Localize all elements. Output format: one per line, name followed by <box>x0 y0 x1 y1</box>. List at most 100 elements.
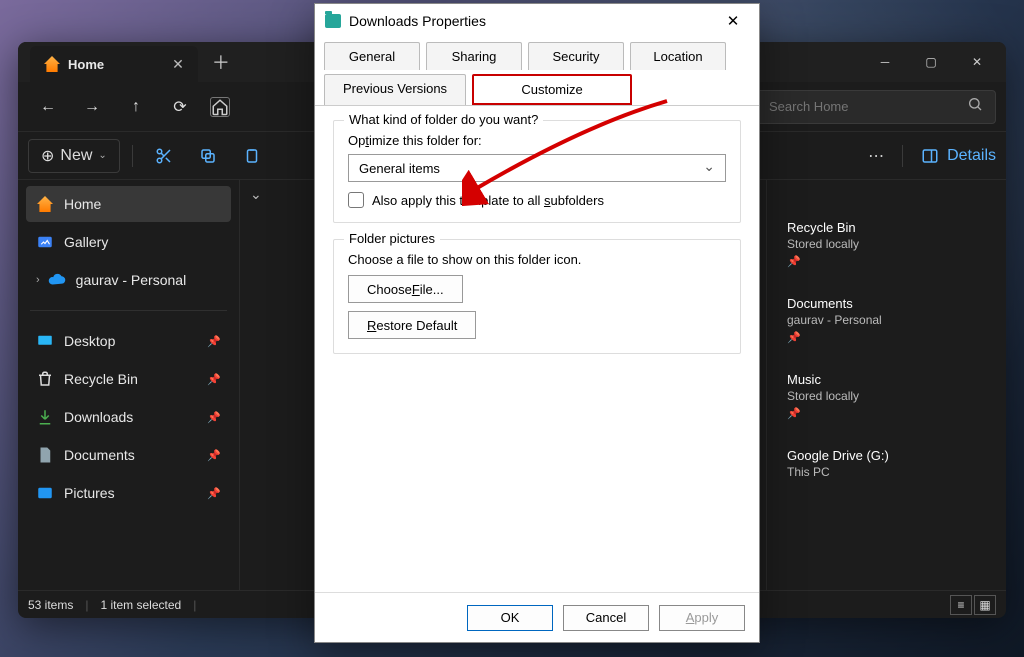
minimize-button[interactable]: ─ <box>862 42 908 82</box>
separator: | <box>85 598 88 612</box>
chevron-down-icon: ⌄ <box>98 150 106 161</box>
dialog-body: What kind of folder do you want? Optimiz… <box>315 106 759 592</box>
window-controls: ─ ▢ ✕ <box>862 42 1000 82</box>
sidebar-item-recyclebin[interactable]: Recycle Bin 📌 <box>26 361 231 397</box>
separator: | <box>193 598 196 612</box>
sidebar-item-label: Desktop <box>64 333 115 349</box>
tab-location[interactable]: Location <box>630 42 726 70</box>
new-button[interactable]: ⊕ New ⌄ <box>28 139 120 173</box>
tab-close-icon[interactable]: ✕ <box>172 56 184 73</box>
group-folder-pictures: Folder pictures Choose a file to show on… <box>333 239 741 354</box>
optimize-select[interactable]: General items <box>348 154 726 182</box>
item-count: 53 items <box>28 598 73 612</box>
restore-default-button[interactable]: Restore Default <box>348 311 476 339</box>
pin-icon: 📌 <box>207 449 221 462</box>
sidebar-item-home[interactable]: Home <box>26 186 231 222</box>
cut-button[interactable] <box>145 139 183 173</box>
folder-icon <box>325 14 341 28</box>
view-details-button[interactable]: ≡ <box>950 595 972 615</box>
sidebar-item-label: Gallery <box>64 234 108 250</box>
address-home-icon <box>210 97 230 117</box>
pin-icon: 📌 <box>207 487 221 500</box>
dialog-footer: OK Cancel Apply <box>315 592 759 642</box>
also-apply-checkbox[interactable] <box>348 192 364 208</box>
pin-icon: 📌 <box>787 407 992 420</box>
forward-button[interactable]: → <box>72 87 112 127</box>
home-icon <box>44 56 60 72</box>
recycle-icon <box>36 370 54 388</box>
home-icon <box>36 195 54 213</box>
sidebar-item-label: Recycle Bin <box>64 371 138 387</box>
column-chevron[interactable]: ⌄ <box>250 186 262 202</box>
plus-icon: ⊕ <box>41 146 54 166</box>
dialog-title: Downloads Properties <box>349 13 486 29</box>
group-folder-kind: What kind of folder do you want? Optimiz… <box>333 120 741 223</box>
details-label: Details <box>947 147 996 165</box>
dialog-close-button[interactable]: ✕ <box>713 7 753 35</box>
download-icon <box>36 408 54 426</box>
select-value: General items <box>359 161 440 176</box>
sidebar-item-pictures[interactable]: Pictures 📌 <box>26 475 231 511</box>
choose-file-button[interactable]: Choose File... <box>348 275 463 303</box>
properties-dialog: Downloads Properties ✕ General Sharing S… <box>314 3 760 643</box>
search-input[interactable] <box>769 99 957 114</box>
separator <box>902 145 903 167</box>
details-pane-button[interactable]: Details <box>921 147 996 165</box>
panel-item-googledrive[interactable]: Google Drive (G:) This PC <box>781 448 992 479</box>
cloud-icon <box>48 271 66 289</box>
quick-access-panel: Recycle Bin Stored locally 📌 Documents g… <box>766 180 1006 590</box>
pin-icon: 📌 <box>787 331 992 344</box>
paste-button[interactable] <box>233 139 271 173</box>
sidebar-item-label: Pictures <box>64 485 115 501</box>
cancel-button[interactable]: Cancel <box>563 605 649 631</box>
gallery-icon <box>36 233 54 251</box>
pin-icon: 📌 <box>207 411 221 424</box>
maximize-button[interactable]: ▢ <box>908 42 954 82</box>
window-tab-home[interactable]: Home ✕ <box>30 46 198 82</box>
sidebar-item-documents[interactable]: Documents 📌 <box>26 437 231 473</box>
panel-item-recyclebin[interactable]: Recycle Bin Stored locally 📌 <box>781 220 992 268</box>
chevron-right-icon: › <box>36 274 40 286</box>
also-apply-label: Also apply this template to all subfolde… <box>372 193 604 208</box>
pin-icon: 📌 <box>207 373 221 386</box>
search-box[interactable] <box>756 90 996 124</box>
apply-button[interactable]: Apply <box>659 605 745 631</box>
dialog-titlebar: Downloads Properties ✕ <box>315 4 759 38</box>
group-title: Folder pictures <box>344 231 440 246</box>
new-tab-button[interactable]: ＋ <box>212 49 230 75</box>
separator <box>30 310 227 311</box>
panel-item-documents[interactable]: Documents gaurav - Personal 📌 <box>781 296 992 344</box>
sidebar-item-onedrive[interactable]: › gaurav - Personal <box>26 262 231 298</box>
tab-title: Home <box>68 57 104 72</box>
tab-customize[interactable]: Customize <box>472 74 632 105</box>
refresh-button[interactable]: ⟳ <box>160 87 200 127</box>
pin-icon: 📌 <box>207 335 221 348</box>
tab-previous-versions[interactable]: Previous Versions <box>324 74 466 105</box>
pin-icon: 📌 <box>787 255 992 268</box>
view-large-button[interactable]: ▦ <box>974 595 996 615</box>
back-button[interactable]: ← <box>28 87 68 127</box>
address-bar[interactable] <box>210 97 230 117</box>
ok-button[interactable]: OK <box>467 605 553 631</box>
sidebar-item-label: gaurav - Personal <box>76 272 187 288</box>
documents-icon <box>36 446 54 464</box>
sidebar-item-desktop[interactable]: Desktop 📌 <box>26 323 231 359</box>
selection-count: 1 item selected <box>100 598 181 612</box>
sidebar-item-label: Downloads <box>64 409 133 425</box>
desktop-icon <box>36 332 54 350</box>
sidebar-item-downloads[interactable]: Downloads 📌 <box>26 399 231 435</box>
copy-button[interactable] <box>189 139 227 173</box>
tab-sharing[interactable]: Sharing <box>426 42 522 70</box>
tab-general[interactable]: General <box>324 42 420 70</box>
panel-item-music[interactable]: Music Stored locally 📌 <box>781 372 992 420</box>
sidebar-item-gallery[interactable]: Gallery <box>26 224 231 260</box>
dialog-tabs: General Sharing Security Location Previo… <box>315 38 759 106</box>
pictures-icon <box>36 484 54 502</box>
close-button[interactable]: ✕ <box>954 42 1000 82</box>
up-button[interactable]: ↑ <box>116 87 156 127</box>
search-icon <box>967 96 983 117</box>
sidebar: Home Gallery › gaurav - Personal Desktop… <box>18 180 240 590</box>
optimize-label: Optimize this folder for: <box>348 133 726 148</box>
more-button[interactable]: ⋯ <box>868 146 884 166</box>
tab-security[interactable]: Security <box>528 42 624 70</box>
